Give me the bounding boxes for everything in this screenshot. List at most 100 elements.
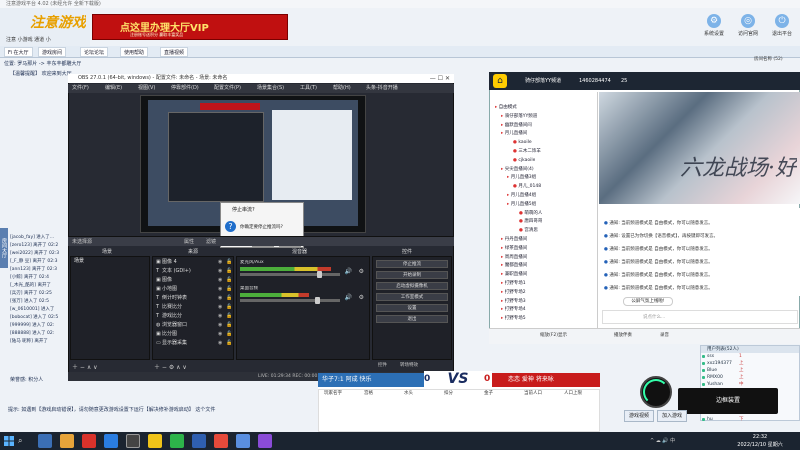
yy-tree-item[interactable]: ● kaoile xyxy=(513,139,532,146)
lock-icon[interactable]: 🔓 xyxy=(226,258,232,266)
app-icon-4[interactable] xyxy=(170,434,184,448)
mixer-gear-icon[interactable]: ⚙ xyxy=(359,294,364,301)
volume-slider[interactable] xyxy=(240,271,340,278)
lock-icon[interactable]: 🔓 xyxy=(226,330,232,338)
app-icon-1[interactable] xyxy=(82,434,96,448)
yy-tree-item[interactable]: ▸ 打野专场2 xyxy=(501,289,526,296)
yy-music-button[interactable]: 播放伴奏 xyxy=(614,331,632,340)
filters-button[interactable]: 滤镜 xyxy=(206,238,216,245)
obs-control-button[interactable]: 开始录制 xyxy=(376,271,448,279)
speaker-icon[interactable]: 🔊 xyxy=(345,268,352,275)
nav-item-live[interactable]: 直播视频 xyxy=(160,47,189,57)
yy-tree-item[interactable]: ▸ 兼职直播间 xyxy=(501,271,527,278)
yy-tree-item[interactable]: ▸ 月儿直播5组 xyxy=(507,201,536,208)
yy-tree-item[interactable]: ▸ 尖尖直播间(4) xyxy=(501,166,534,173)
source-item[interactable]: T 比赛比分 ◉ 🔓 xyxy=(156,303,232,311)
lock-icon[interactable]: 🔓 xyxy=(226,276,232,284)
eye-icon[interactable]: ◉ xyxy=(218,312,222,320)
eye-icon[interactable]: ◉ xyxy=(218,285,222,293)
obs-control-button[interactable]: 工作室模式 xyxy=(376,293,448,301)
settings-button[interactable]: ⚙ 系统设置 xyxy=(700,12,728,37)
yy-tree-item[interactable]: ● 宫清思 xyxy=(519,227,538,234)
obs-menu-item[interactable]: 头条-抖音开播 xyxy=(366,84,398,93)
lock-icon[interactable]: 🔓 xyxy=(226,303,232,311)
yy-tree-item[interactable]: ▸ 丹丹直播间 xyxy=(501,236,527,243)
eye-icon[interactable]: ◉ xyxy=(218,267,222,275)
source-item[interactable]: T 倒计时钟表 ◉ 🔓 xyxy=(156,294,232,302)
app-icon-5[interactable] xyxy=(192,434,206,448)
scene-tools[interactable]: ＋ − ∧ ∨ xyxy=(72,362,98,371)
yy-welcome-bubble[interactable]: 公屏气氛上线啦! xyxy=(623,297,673,306)
yy-tree-item[interactable]: ▸ 骑仔部落YY频道 xyxy=(501,113,537,120)
obs-menu-item[interactable]: 场景集合(S) xyxy=(257,84,284,93)
speaker-icon[interactable]: 🔊 xyxy=(345,294,352,301)
yy-tree-item[interactable]: ▸ 打野专场4 xyxy=(501,306,526,313)
app-icon-3[interactable] xyxy=(148,434,162,448)
obs-control-button[interactable]: 设置 xyxy=(376,304,448,312)
lock-icon[interactable]: 🔓 xyxy=(226,267,232,275)
user-row[interactable]: Blue 上 xyxy=(701,367,799,374)
source-item[interactable]: ▭显示器采集 ◉ 🔓 xyxy=(156,339,232,347)
eye-icon[interactable]: ◉ xyxy=(218,276,222,284)
source-item[interactable]: T 游戏比分 ◉ 🔓 xyxy=(156,312,232,320)
yy-tree-item[interactable]: ● 月儿_0148 xyxy=(513,183,541,190)
volume-slider[interactable] xyxy=(240,297,340,304)
obs-window-controls[interactable]: — ☐ ✕ xyxy=(400,74,454,83)
obs-menu-item[interactable]: 工具(T) xyxy=(300,84,317,93)
lock-icon[interactable]: 🔓 xyxy=(226,321,232,329)
website-button[interactable]: ◎ 访问官网 xyxy=(734,12,762,37)
scene-item[interactable]: 场景 xyxy=(72,258,148,265)
yy-mode-button[interactable]: 缩放(F2)显示 xyxy=(540,331,567,340)
yy-tree-item[interactable]: ▸ 打野专场1 xyxy=(501,280,526,287)
obs-menu-item[interactable]: 编辑(E) xyxy=(105,84,122,93)
app-icon-6[interactable] xyxy=(214,434,228,448)
yy-tree-item[interactable]: ● cjkaoile xyxy=(513,157,535,164)
obs-control-button[interactable]: 停止推流 xyxy=(376,260,448,268)
eye-icon[interactable]: ◉ xyxy=(218,339,222,347)
yy-tree-item[interactable]: ● 三木二饰羊 xyxy=(513,148,541,155)
yy-tree-item[interactable]: ▸ 月儿直播3组 xyxy=(507,174,536,181)
yy-tree-item[interactable]: ▸ 月儿直播间 xyxy=(501,130,527,137)
source-item[interactable]: ▣小地图 ◉ 🔓 xyxy=(156,285,232,293)
yy-tree-item[interactable]: ● 唐四哥哥 xyxy=(519,218,542,225)
user-row[interactable]: sss 1 xyxy=(701,353,799,360)
yy-tree-item[interactable]: ▸ 周周直播间 xyxy=(501,254,527,261)
yy-tree-item[interactable]: ▸ 魔都直播间 xyxy=(501,262,527,269)
user-row[interactable]: RMX00 上 xyxy=(701,374,799,381)
game-video-button[interactable]: 游戏视频 xyxy=(624,410,654,422)
user-row[interactable]: hu 下 xyxy=(701,416,799,423)
obs-control-button[interactable]: 退出 xyxy=(376,315,448,323)
lock-icon[interactable]: 🔓 xyxy=(226,339,232,347)
join-game-button[interactable]: 加入游戏 xyxy=(657,410,687,422)
tab-controls[interactable]: 控件 xyxy=(378,362,387,368)
mixer-gear-icon[interactable]: ⚙ xyxy=(359,268,364,275)
eye-icon[interactable]: ◉ xyxy=(218,330,222,338)
source-item[interactable]: ▣图像 4 ◉ 🔓 xyxy=(156,258,232,266)
yy-tree-item[interactable]: ▸ 自由模式 xyxy=(495,104,517,111)
yy-tree-item[interactable]: ▸ 绿茶直播间 xyxy=(501,245,527,252)
volume-knob[interactable] xyxy=(317,271,322,278)
yy-tree-item[interactable]: ▸ 幽默直播间间 xyxy=(501,122,532,129)
nav-item-help[interactable]: 使用帮助 xyxy=(120,47,149,57)
app-icon-7[interactable] xyxy=(236,434,250,448)
yy-home-icon[interactable]: ⌂ xyxy=(493,74,507,88)
yy-tree-item[interactable]: ● 萌萌的人 xyxy=(519,210,542,217)
yy-record-button[interactable]: 录音 xyxy=(660,331,669,340)
app-icon-2[interactable] xyxy=(104,434,118,448)
yy-tree-item[interactable]: ▸ 打野专场5 xyxy=(501,315,526,322)
search-icon[interactable]: ⌕ xyxy=(18,437,30,446)
tab-transitions[interactable]: 转场特效 xyxy=(400,362,418,368)
lock-icon[interactable]: 🔓 xyxy=(226,294,232,302)
lock-icon[interactable]: 🔓 xyxy=(226,285,232,293)
obs-menu-item[interactable]: 帮助(H) xyxy=(333,84,351,93)
obs-control-button[interactable]: 启动虚拟摄像机 xyxy=(376,282,448,290)
nav-item-lobby[interactable]: Fi 在大厅 xyxy=(4,47,33,57)
yy-tree-item[interactable]: ▸ 打野专场3 xyxy=(501,298,526,305)
source-item[interactable]: ▣图像 ◉ 🔓 xyxy=(156,276,232,284)
properties-button[interactable]: 属性 xyxy=(184,238,194,245)
obs-taskbar-icon[interactable] xyxy=(126,434,140,448)
lobby-vertical-tab[interactable]: 房间大厅 xyxy=(0,228,8,268)
taskbar-clock[interactable]: 22:32 2022/12/10 星期六 xyxy=(732,433,788,449)
user-row[interactable]: xxz194377 上 xyxy=(701,360,799,367)
obs-menu-item[interactable]: 停靠部件(D) xyxy=(171,84,199,93)
